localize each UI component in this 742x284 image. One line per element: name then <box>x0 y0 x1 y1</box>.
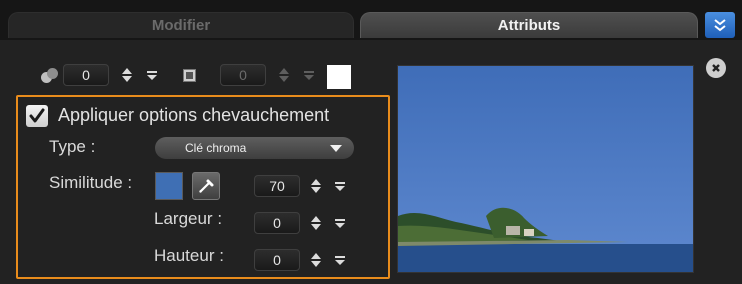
eyedropper-button[interactable] <box>192 172 220 200</box>
shadow-spinner[interactable] <box>120 65 134 85</box>
similarity-spinner[interactable] <box>309 176 323 196</box>
apply-overlap-checkbox[interactable] <box>26 105 48 127</box>
tab-modifier-label: Modifier <box>151 17 211 34</box>
close-icon <box>712 64 720 72</box>
shadow-icon[interactable] <box>41 68 59 84</box>
shadow-step-menu[interactable] <box>145 67 159 83</box>
similarity-step-menu[interactable] <box>333 178 347 194</box>
collapse-panel-button[interactable] <box>705 12 735 38</box>
border-step-menu[interactable] <box>302 67 316 83</box>
tab-attributs-label: Attributs <box>497 17 561 34</box>
height-label: Hauteur : <box>154 246 224 265</box>
close-button[interactable] <box>706 58 726 78</box>
type-dropdown-value: Clé chroma <box>185 141 247 155</box>
similarity-label: Similitude : <box>49 173 133 192</box>
width-value-field[interactable]: 0 <box>254 212 300 234</box>
eyedropper-icon <box>199 179 214 193</box>
chevron-down-icon <box>330 145 342 152</box>
tab-attributs[interactable]: Attributs <box>360 12 698 38</box>
apply-overlap-label: Appliquer options chevauchement <box>58 105 330 125</box>
height-value-field[interactable]: 0 <box>254 249 300 271</box>
width-label: Largeur : <box>154 209 223 228</box>
tab-bar: Modifier Attributs <box>0 0 742 40</box>
checkmark-icon <box>29 108 45 123</box>
type-dropdown[interactable]: Clé chroma <box>155 137 354 159</box>
similarity-value-field[interactable]: 70 <box>254 175 300 197</box>
border-color-swatch[interactable] <box>327 65 351 89</box>
width-step-menu[interactable] <box>333 215 347 231</box>
tab-modifier[interactable]: Modifier <box>8 12 354 38</box>
width-spinner[interactable] <box>309 213 323 233</box>
height-step-menu[interactable] <box>333 252 347 268</box>
border-value-field[interactable]: 0 <box>220 64 266 86</box>
preview-image <box>397 65 694 273</box>
border-icon[interactable] <box>183 69 196 82</box>
double-chevron-down-icon <box>714 19 726 32</box>
type-label: Type : <box>49 137 96 156</box>
border-spinner[interactable] <box>277 65 291 85</box>
shadow-value-field[interactable]: 0 <box>63 64 109 86</box>
similarity-color-swatch[interactable] <box>155 172 183 200</box>
height-spinner[interactable] <box>309 250 323 270</box>
